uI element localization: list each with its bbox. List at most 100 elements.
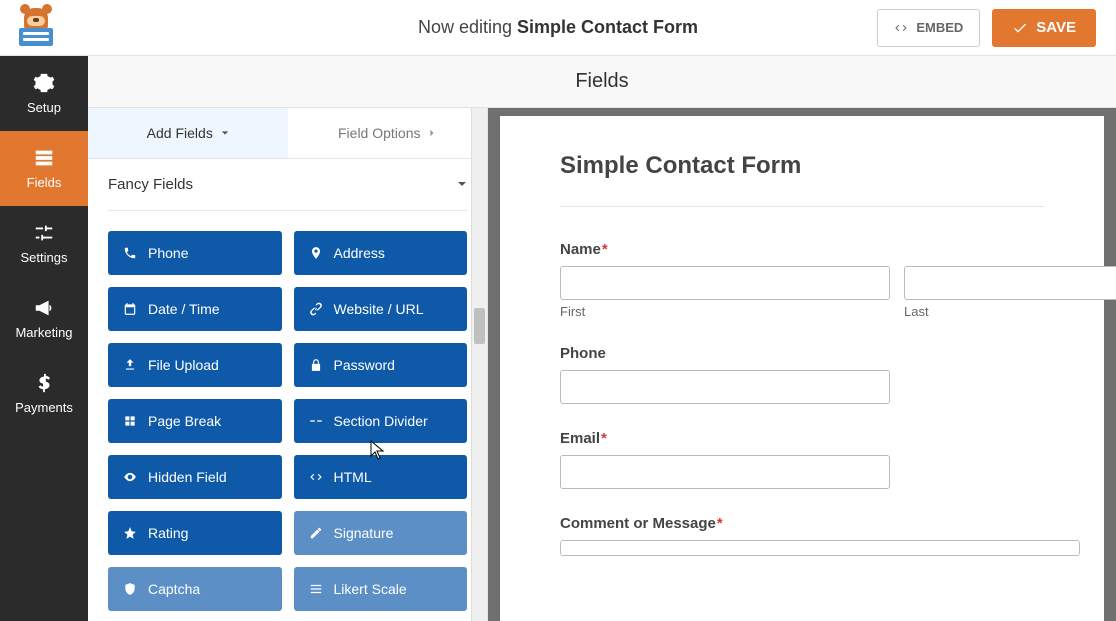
field-label: Rating [148,525,188,541]
pen-icon [308,526,324,540]
upload-icon [122,358,138,372]
dollar-icon [33,372,55,394]
link-icon [308,302,324,316]
group-label: Fancy Fields [108,176,193,193]
chevron-right-icon [428,129,436,137]
field-phone[interactable]: Phone [560,345,1044,404]
field-comment[interactable]: Comment or Message* [560,515,1044,559]
code-icon [308,470,324,484]
comment-input[interactable] [560,540,1080,556]
group-fancy-fields[interactable]: Fancy Fields [108,159,467,211]
email-input[interactable] [560,455,890,489]
field-hidden[interactable]: Hidden Field [108,455,282,499]
sidenav-label: Marketing [15,325,72,340]
phone-input[interactable] [560,370,890,404]
field-label: Comment or Message [560,515,716,532]
field-name[interactable]: Name* First Last [560,241,1044,319]
tab-add-fields[interactable]: Add Fields [88,108,288,158]
hr-icon [308,414,324,428]
tab-field-options[interactable]: Field Options [288,108,488,158]
field-label: Address [334,245,385,261]
eye-icon [122,470,138,484]
field-label: Signature [334,525,394,541]
field-label: Page Break [148,413,221,429]
embed-label: EMBED [916,20,963,35]
shield-icon [122,582,138,596]
field-html[interactable]: HTML [294,455,468,499]
field-url[interactable]: Website / URL [294,287,468,331]
field-rating[interactable]: Rating [108,511,282,555]
sidenav-label: Payments [15,400,73,415]
form-preview-area[interactable]: Simple Contact Form Name* First [488,108,1116,621]
field-label: Date / Time [148,301,220,317]
gear-icon [33,72,55,94]
split-icon [122,414,138,428]
divider [560,206,1044,207]
scrollbar-thumb[interactable] [474,308,485,344]
field-address[interactable]: Address [294,231,468,275]
field-file[interactable]: File Upload [108,343,282,387]
field-likert[interactable]: Likert Scale [294,567,468,611]
field-section[interactable]: Section Divider [294,399,468,443]
section-header: Fields [88,56,1116,108]
field-signature[interactable]: Signature [294,511,468,555]
save-button[interactable]: SAVE [992,9,1096,47]
field-label: Captcha [148,581,200,597]
field-label: Phone [148,245,188,261]
field-label: Phone [560,345,606,362]
field-email[interactable]: Email* [560,430,1044,489]
field-datetime[interactable]: Date / Time [108,287,282,331]
field-phone[interactable]: Phone [108,231,282,275]
check-icon [1012,20,1028,36]
scrollbar[interactable] [471,108,487,621]
now-editing-prefix: Now editing [418,17,517,37]
sliders-icon [33,222,55,244]
save-label: SAVE [1036,19,1076,36]
field-label: File Upload [148,357,219,373]
field-label: Name [560,241,601,258]
embed-button[interactable]: EMBED [877,9,980,47]
field-pagebreak[interactable]: Page Break [108,399,282,443]
field-captcha[interactable]: Captcha [108,567,282,611]
calendar-icon [122,302,138,316]
sidenav-settings[interactable]: Settings [0,206,88,281]
grid-icon [308,582,324,596]
field-label: Website / URL [334,301,424,317]
form-icon [33,147,55,169]
sidenav-label: Settings [21,250,68,265]
tab-label: Add Fields [147,125,213,141]
primary-nav: Setup Fields Settings Marketing Payments [0,56,88,621]
field-label: Likert Scale [334,581,407,597]
brand-logo [14,10,58,46]
megaphone-icon [33,297,55,319]
sidenav-fields[interactable]: Fields [0,131,88,206]
field-label: Section Divider [334,413,428,429]
required-marker: * [717,515,723,532]
sidenav-label: Setup [27,100,61,115]
sublabel-first: First [560,304,890,319]
pin-icon [308,246,324,260]
name-last-input[interactable] [904,266,1116,300]
field-password[interactable]: Password [294,343,468,387]
sidenav-payments[interactable]: Payments [0,356,88,431]
field-label: Password [334,357,395,373]
sidenav-label: Fields [27,175,62,190]
section-title: Fields [575,70,628,93]
sidenav-marketing[interactable]: Marketing [0,281,88,356]
chevron-down-icon [221,129,229,137]
field-label: Hidden Field [148,469,227,485]
field-label: Email [560,430,600,447]
required-marker: * [602,241,608,258]
sublabel-last: Last [904,304,1116,319]
code-icon [894,21,908,35]
name-first-input[interactable] [560,266,890,300]
form-name: Simple Contact Form [517,17,698,37]
field-label: HTML [334,469,372,485]
tab-label: Field Options [338,125,420,141]
sidenav-setup[interactable]: Setup [0,56,88,131]
form-title: Simple Contact Form [560,152,1044,180]
phone-icon [122,246,138,260]
required-marker: * [601,430,607,447]
chevron-down-icon [457,179,467,189]
lock-icon [308,358,324,372]
